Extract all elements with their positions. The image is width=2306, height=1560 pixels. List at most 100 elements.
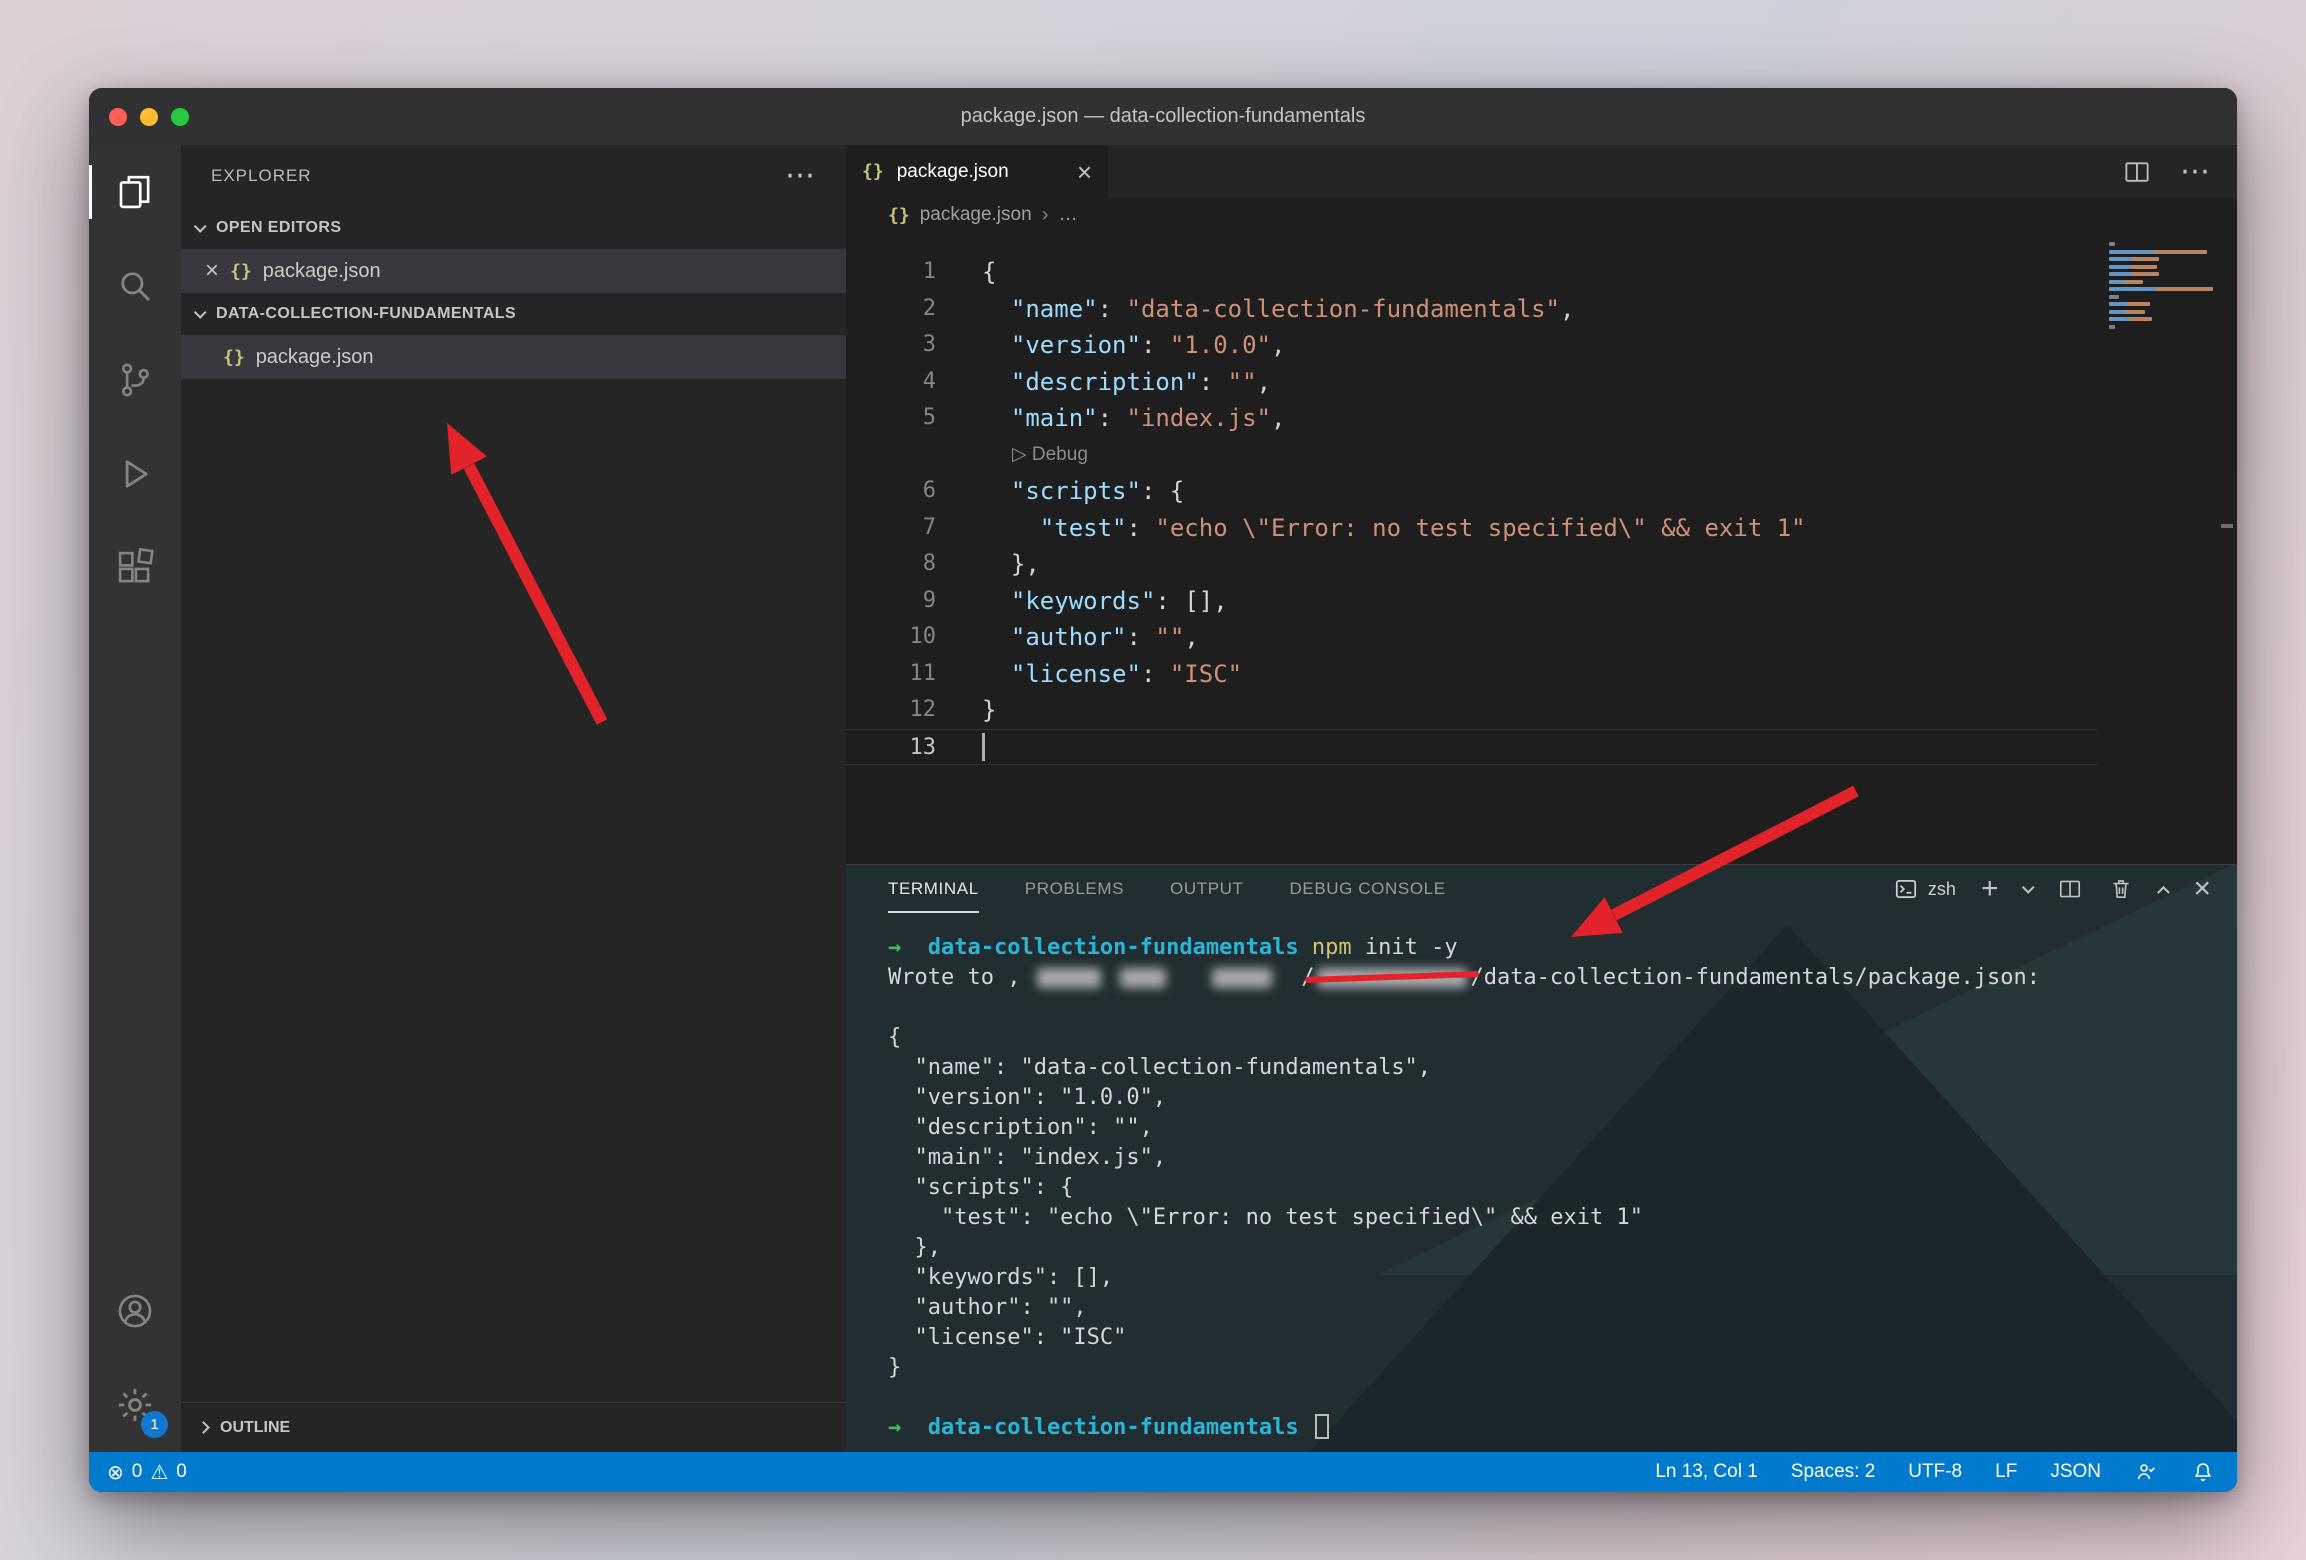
chevron-down-icon [194, 220, 207, 233]
zoom-window-button[interactable] [171, 108, 189, 126]
code-line-6: 6 "scripts": { [846, 473, 2097, 510]
file-item-package-json[interactable]: {} package.json [181, 335, 846, 379]
terminal-line: { [888, 1023, 2237, 1053]
panel-header: TERMINAL PROBLEMS OUTPUT DEBUG CONSOLE z… [846, 865, 2237, 913]
explorer-sidebar: EXPLORER ⋯ OPEN EDITORS × {} package.jso… [181, 145, 846, 1452]
encoding-status[interactable]: UTF-8 [1908, 1461, 1962, 1483]
terminal-line: "main": "index.js", [888, 1143, 2237, 1173]
codelens-row: ▷ Debug [846, 437, 2097, 474]
tab-bar: {} package.json × ⋯ [846, 145, 2237, 198]
terminal-line: "name": "data-collection-fundamentals", [888, 1053, 2237, 1083]
source-control-activity-icon[interactable] [89, 333, 181, 427]
window-controls [109, 88, 189, 145]
close-panel-icon[interactable]: × [2193, 878, 2211, 900]
terminal-line: "description": "", [888, 1113, 2237, 1143]
open-editors-section-header[interactable]: OPEN EDITORS [181, 207, 846, 249]
code-line-13: 13 [846, 729, 2097, 766]
json-file-icon: {} [888, 205, 910, 226]
terminal-line: } [888, 1353, 2237, 1383]
kill-terminal-icon[interactable] [2108, 876, 2134, 902]
outline-label: OUTLINE [220, 1419, 290, 1437]
open-editors-label: OPEN EDITORS [216, 219, 341, 237]
redacted-text [1120, 967, 1166, 989]
panel-tab-terminal[interactable]: TERMINAL [888, 865, 979, 913]
terminal-shell-selector[interactable]: zsh [1893, 876, 1956, 902]
code-line-1: 1{ [846, 254, 2097, 291]
activity-bar: 1 [89, 145, 181, 1452]
outline-section-header[interactable]: OUTLINE [181, 1402, 846, 1452]
warnings-icon: ⚠ [150, 1460, 168, 1485]
redacted-text [1317, 967, 1467, 989]
code-line-9: 9 "keywords": [], [846, 583, 2097, 620]
maximize-panel-icon[interactable] [2158, 885, 2171, 898]
explorer-activity-icon[interactable] [89, 145, 181, 239]
code-line-7: 7 "test": "echo \"Error: no test specifi… [846, 510, 2097, 547]
tab-package-json[interactable]: {} package.json × [846, 145, 1108, 198]
minimize-window-button[interactable] [140, 108, 158, 126]
redacted-text [1212, 967, 1272, 989]
extensions-activity-icon[interactable] [89, 521, 181, 615]
code-line-5: 5 "main": "index.js", [846, 400, 2097, 437]
folder-section-header[interactable]: DATA-COLLECTION-FUNDAMENTALS [181, 293, 846, 335]
code-editor[interactable]: 1{2 "name": "data-collection-fundamental… [846, 232, 2237, 864]
terminal-line: "version": "1.0.0", [888, 1083, 2237, 1113]
titlebar[interactable]: package.json — data-collection-fundament… [89, 88, 2237, 145]
explorer-more-actions-icon[interactable]: ⋯ [785, 166, 816, 186]
chevron-right-icon: › [1042, 203, 1049, 227]
terminal-line: }, [888, 1233, 2237, 1263]
notifications-bell-icon[interactable] [2191, 1460, 2215, 1484]
terminal-dropdown-icon[interactable] [2022, 881, 2035, 894]
terminal-line [888, 1383, 2237, 1413]
open-editor-item-package-json[interactable]: × {} package.json [181, 249, 846, 293]
editor-group: {} package.json × ⋯ {} package.json › … [846, 145, 2237, 1452]
json-file-icon: {} [862, 161, 884, 182]
indentation-status[interactable]: Spaces: 2 [1791, 1461, 1876, 1483]
breadcrumb-symbol[interactable]: … [1059, 204, 1078, 226]
code-lines: 1{2 "name": "data-collection-fundamental… [846, 254, 2097, 765]
search-activity-icon[interactable] [89, 239, 181, 333]
breadcrumb: {} package.json › … [846, 198, 2237, 232]
window-title: package.json — data-collection-fundament… [961, 105, 1366, 128]
editor-more-actions-icon[interactable]: ⋯ [2180, 154, 2211, 189]
code-line-12: 12} [846, 692, 2097, 729]
tab-label: package.json [897, 161, 1009, 183]
code-line-4: 4 "description": "", [846, 364, 2097, 401]
json-file-icon: {} [230, 261, 252, 282]
code-line-10: 10 "author": "", [846, 619, 2097, 656]
terminal-output[interactable]: → data-collection-fundamentals npm init … [846, 913, 2237, 1443]
new-terminal-button[interactable]: + [1981, 878, 1999, 900]
code-line-3: 3 "version": "1.0.0", [846, 327, 2097, 364]
cursor-position-status[interactable]: Ln 13, Col 1 [1655, 1461, 1757, 1483]
code-line-2: 2 "name": "data-collection-fundamentals"… [846, 291, 2097, 328]
terminal-line: "test": "echo \"Error: no test specified… [888, 1203, 2237, 1233]
vscode-window: package.json — data-collection-fundament… [89, 88, 2237, 1492]
tab-close-icon[interactable]: × [1077, 162, 1092, 182]
terminal-line: → data-collection-fundamentals [888, 1413, 2237, 1443]
settings-gear-icon[interactable]: 1 [89, 1358, 181, 1452]
chevron-right-icon [197, 1421, 210, 1434]
feedback-icon[interactable] [2134, 1460, 2158, 1484]
close-window-button[interactable] [109, 108, 127, 126]
split-editor-icon[interactable] [2122, 157, 2152, 187]
folder-name-label: DATA-COLLECTION-FUNDAMENTALS [216, 305, 516, 323]
terminal-panel: TERMINAL PROBLEMS OUTPUT DEBUG CONSOLE z… [846, 864, 2237, 1452]
terminal-line [888, 993, 2237, 1023]
split-terminal-icon[interactable] [2057, 876, 2083, 902]
close-editor-icon[interactable]: × [205, 262, 219, 280]
panel-tab-debug-console[interactable]: DEBUG CONSOLE [1290, 865, 1446, 913]
run-debug-activity-icon[interactable] [89, 427, 181, 521]
open-editor-label: package.json [263, 260, 381, 283]
minimap[interactable] [2109, 242, 2221, 340]
terminal-cursor [1315, 1414, 1329, 1439]
status-bar: ⊗ 0 ⚠ 0 Ln 13, Col 1 Spaces: 2 UTF-8 LF … [89, 1452, 2237, 1492]
problems-status[interactable]: ⊗ 0 ⚠ 0 [107, 1460, 187, 1485]
eol-status[interactable]: LF [1995, 1461, 2017, 1483]
panel-tab-problems[interactable]: PROBLEMS [1025, 865, 1124, 913]
accounts-icon[interactable] [89, 1264, 181, 1358]
panel-tab-output[interactable]: OUTPUT [1170, 865, 1243, 913]
breadcrumb-file[interactable]: package.json [920, 204, 1032, 226]
overview-ruler-mark [2221, 524, 2233, 528]
language-mode-status[interactable]: JSON [2050, 1461, 2101, 1483]
terminal-line: "scripts": { [888, 1173, 2237, 1203]
redacted-text [1037, 967, 1101, 989]
